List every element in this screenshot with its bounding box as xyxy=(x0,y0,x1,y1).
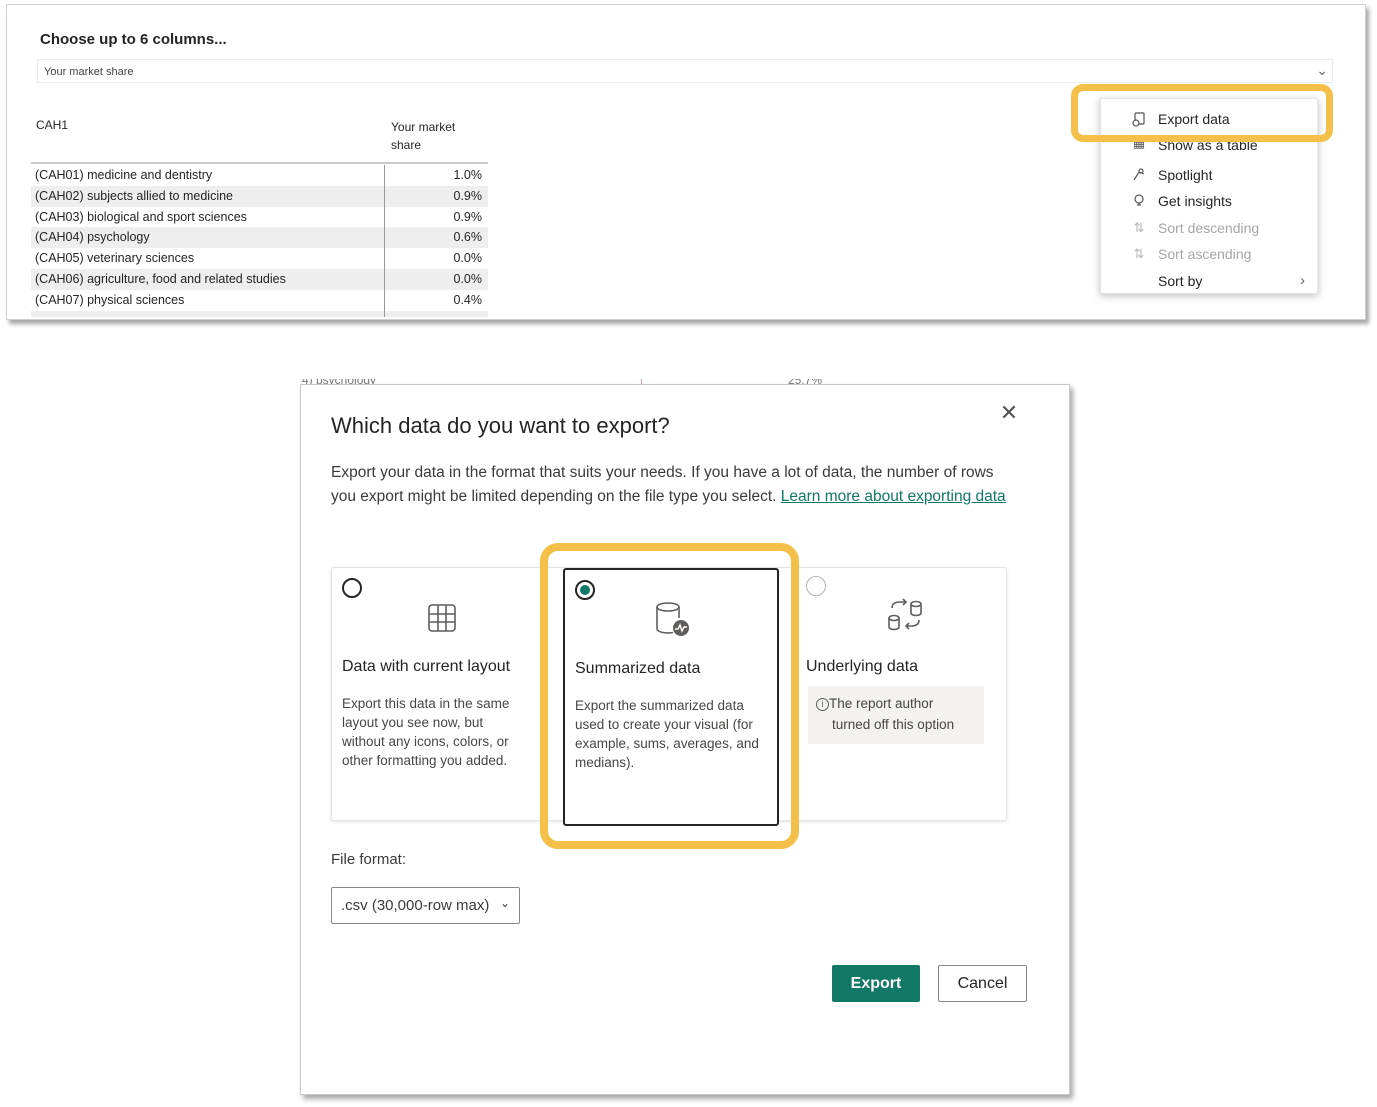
table-grid-icon xyxy=(424,600,460,636)
table-row[interactable]: (CAH04) psychology 0.6% xyxy=(31,227,488,249)
menu-item-spotlight[interactable]: Spotlight xyxy=(1101,163,1319,189)
lightbulb-icon xyxy=(1131,193,1147,209)
columns-title: Choose up to 6 columns... xyxy=(40,31,227,48)
option-underlying-data: Underlying data i The report author turne… xyxy=(804,568,1008,822)
radio-current-layout[interactable] xyxy=(342,578,362,598)
summarized-data-highlight xyxy=(540,543,799,849)
radio-underlying-data xyxy=(806,576,826,596)
spotlight-icon xyxy=(1131,167,1147,183)
table-row-partial[interactable] xyxy=(31,310,488,317)
table-row[interactable]: (CAH03) biological and sport sciences 0.… xyxy=(31,206,488,228)
table-body: (CAH01) medicine and dentistry 1.0% (CAH… xyxy=(31,165,488,317)
database-swap-icon xyxy=(886,596,922,632)
option-title: Data with current layout xyxy=(342,658,511,675)
option-description: Export this data in the same layout you … xyxy=(342,696,510,768)
cell-value: 1.0% xyxy=(453,168,483,182)
table-row[interactable]: (CAH06) agriculture, food and related st… xyxy=(31,268,488,290)
menu-item-label: Get insights xyxy=(1158,193,1232,209)
cell-subject: (CAH05) veterinary sciences xyxy=(31,248,385,269)
cell-subject: (CAH01) medicine and dentistry xyxy=(31,165,385,186)
menu-item-label: Show as a table xyxy=(1158,141,1258,151)
column-header-cah1[interactable]: CAH1 xyxy=(36,118,68,132)
menu-item-label: Spotlight xyxy=(1158,167,1213,183)
column-selector[interactable]: Your market share ⌄ xyxy=(37,59,1333,83)
disabled-notice: i The report author turned off this optio… xyxy=(808,686,984,744)
sort-ascending-icon: ⇅ xyxy=(1133,246,1145,261)
close-icon[interactable]: ✕ xyxy=(997,401,1021,425)
menu-item-sort-by[interactable]: Sort by › xyxy=(1101,269,1319,295)
cell-subject: (CAH06) agriculture, food and related st… xyxy=(31,268,385,290)
menu-item-label: Sort by xyxy=(1158,273,1203,289)
info-icon: i xyxy=(816,698,829,711)
menu-item-label: Sort descending xyxy=(1158,220,1260,236)
cell-value: 0.9% xyxy=(453,188,483,203)
table-row[interactable]: (CAH05) veterinary sciences 0.0% xyxy=(31,248,488,269)
menu-item-label: Sort ascending xyxy=(1158,246,1252,262)
table-row[interactable]: (CAH01) medicine and dentistry 1.0% xyxy=(31,165,488,186)
file-format-dropdown[interactable]: .csv (30,000-row max) ⌄ xyxy=(331,887,520,924)
menu-item-sort-ascending: ⇅ Sort ascending xyxy=(1101,242,1319,268)
header-divider xyxy=(31,162,488,164)
cell-value: 0.0% xyxy=(453,271,483,286)
cell-subject: (CAH07) physical sciences xyxy=(31,289,385,311)
cell-subject-clipped xyxy=(31,310,385,317)
notice-text-line1: The report author xyxy=(829,696,934,711)
menu-item-show-as-table[interactable]: ▦ Show as a table xyxy=(1101,141,1319,151)
file-format-value: .csv (30,000-row max) xyxy=(341,897,490,914)
export-button[interactable]: Export xyxy=(832,965,920,1002)
cell-subject: (CAH04) psychology xyxy=(31,227,385,249)
file-format-label: File format: xyxy=(331,851,407,868)
cell-value: 0.6% xyxy=(453,230,483,245)
learn-more-link[interactable]: Learn more about exporting data xyxy=(781,488,1006,505)
cell-value: 0.0% xyxy=(453,251,483,266)
table-row[interactable]: (CAH02) subjects allied to medicine 0.9% xyxy=(31,185,488,207)
option-current-layout[interactable]: Data with current layout Export this dat… xyxy=(332,568,564,822)
chevron-down-icon: ⌄ xyxy=(499,896,510,910)
export-data-highlight xyxy=(1071,84,1333,142)
chevron-down-icon: ⌄ xyxy=(1316,62,1328,78)
cell-value: 0.4% xyxy=(453,292,483,307)
notice-text-line2: turned off this option xyxy=(832,717,955,732)
menu-item-get-insights[interactable]: Get insights xyxy=(1101,189,1319,215)
cell-value: 0.9% xyxy=(453,209,483,224)
column-header-market-share[interactable]: Your market share xyxy=(391,118,481,154)
cell-subject: (CAH02) subjects allied to medicine xyxy=(31,185,385,207)
menu-item-sort-descending: ⇅ Sort descending xyxy=(1101,216,1319,242)
cancel-button[interactable]: Cancel xyxy=(938,965,1027,1002)
dialog-description: Export your data in the format that suit… xyxy=(331,461,1011,509)
table-row[interactable]: (CAH07) physical sciences 0.4% xyxy=(31,289,488,311)
column-selector-value: Your market share xyxy=(44,66,134,78)
report-visual-panel: Choose up to 6 columns... Your market sh… xyxy=(6,4,1366,320)
chevron-right-icon: › xyxy=(1300,272,1305,289)
option-title: Underlying data xyxy=(806,658,919,675)
table-icon: ▦ xyxy=(1132,141,1146,150)
dialog-title: Which data do you want to export? xyxy=(331,413,670,438)
sort-descending-icon: ⇅ xyxy=(1133,220,1145,235)
cell-subject: (CAH03) biological and sport sciences xyxy=(31,206,385,228)
cell-value-clipped xyxy=(385,311,488,317)
